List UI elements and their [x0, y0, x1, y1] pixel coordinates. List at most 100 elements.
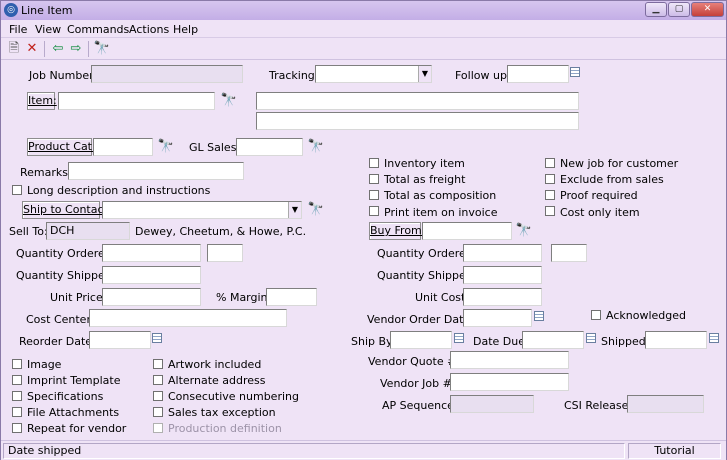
proof-required-label: Proof required: [560, 189, 638, 202]
binoculars-icon[interactable]: 🔭: [515, 223, 533, 239]
acknowledged-label: Acknowledged: [606, 309, 686, 322]
unit-cost-field[interactable]: [463, 288, 542, 306]
vendor-quantity-shipped-field[interactable]: [463, 266, 542, 284]
new-job-for-customer-checkbox[interactable]: [545, 158, 555, 168]
vendor-quantity-shipped-label: Quantity Shipped:: [377, 269, 477, 282]
ship-by-field[interactable]: [390, 331, 452, 349]
binoculars-icon[interactable]: 🔭: [220, 93, 238, 109]
follow-up-field[interactable]: [507, 65, 569, 83]
calendar-icon[interactable]: [454, 333, 464, 343]
repeat-for-vendor-checkbox[interactable]: [12, 423, 22, 433]
item-button[interactable]: Item:: [27, 92, 57, 110]
menu-help[interactable]: Help: [173, 23, 198, 36]
total-as-composition-label: Total as composition: [384, 189, 497, 202]
buy-from-field[interactable]: [422, 222, 512, 240]
proof-required-checkbox[interactable]: [545, 190, 555, 200]
date-due-field[interactable]: [522, 331, 584, 349]
binoculars-icon[interactable]: 🔭: [157, 139, 175, 155]
imprint-template-checkbox[interactable]: [12, 375, 22, 385]
date-due-label: Date Due:: [473, 335, 529, 348]
vendor-quantity-ordered-label: Quantity Ordered:: [377, 247, 477, 260]
calendar-icon[interactable]: [586, 333, 596, 343]
alternate-address-checkbox[interactable]: [153, 375, 163, 385]
arrow-right-icon[interactable]: ⇨: [67, 40, 85, 58]
tracking-select[interactable]: ▼: [315, 65, 432, 83]
menu-view[interactable]: View: [35, 23, 61, 36]
remarks-label: Remarks:: [20, 166, 72, 179]
minimize-button[interactable]: ▁: [645, 2, 667, 17]
exclude-from-sales-checkbox[interactable]: [545, 174, 555, 184]
image-label: Image: [27, 358, 62, 371]
quantity-shipped-field[interactable]: [102, 266, 201, 284]
total-as-freight-checkbox[interactable]: [369, 174, 379, 184]
consecutive-numbering-checkbox[interactable]: [153, 391, 163, 401]
menu-file[interactable]: File: [9, 23, 27, 36]
specifications-checkbox[interactable]: [12, 391, 22, 401]
long-description-checkbox[interactable]: [12, 185, 22, 195]
ship-to-contact-button[interactable]: Ship to Contact:: [22, 201, 112, 219]
menu-commands[interactable]: Commands: [67, 23, 129, 36]
tracking-label: Tracking:: [269, 69, 319, 82]
file-attachments-checkbox[interactable]: [12, 407, 22, 417]
reorder-date-field[interactable]: [89, 331, 151, 349]
calendar-icon[interactable]: [709, 333, 719, 343]
close-button[interactable]: ✕: [691, 2, 724, 17]
long-description-label: Long description and instructions: [27, 184, 211, 197]
artwork-included-checkbox[interactable]: [153, 359, 163, 369]
calendar-icon[interactable]: [570, 67, 580, 77]
item-description-line-2[interactable]: [256, 112, 579, 130]
ap-sequence-field: [450, 395, 534, 413]
vendor-quantity-ordered-field[interactable]: [463, 244, 542, 262]
vendor-quantity-ordered-unit-field[interactable]: [551, 244, 587, 262]
print-item-on-invoice-checkbox[interactable]: [369, 206, 379, 216]
menu-actions[interactable]: Actions: [129, 23, 169, 36]
find-binoculars-icon[interactable]: 🔭: [93, 40, 111, 58]
gl-sales-field[interactable]: [236, 138, 303, 156]
cost-only-item-checkbox[interactable]: [545, 206, 555, 216]
calendar-icon[interactable]: [152, 333, 162, 343]
buy-from-button[interactable]: Buy From:: [369, 222, 425, 240]
imprint-template-label: Imprint Template: [27, 374, 121, 387]
quantity-shipped-label: Quantity Shipped:: [16, 269, 116, 282]
product-cat-field[interactable]: [93, 138, 153, 156]
maximize-button[interactable]: ▢: [668, 2, 690, 17]
new-document-icon[interactable]: 🗎: [5, 40, 23, 58]
chevron-down-icon[interactable]: ▼: [418, 66, 431, 82]
item-description-line-1[interactable]: [256, 92, 579, 110]
consecutive-numbering-label: Consecutive numbering: [168, 390, 299, 403]
product-cat-button[interactable]: Product Cat.:: [27, 138, 99, 156]
vendor-job-field[interactable]: [450, 373, 569, 391]
ship-to-contact-select[interactable]: ▼: [102, 201, 302, 219]
arrow-left-icon[interactable]: ⇦: [49, 40, 67, 58]
vendor-quote-field[interactable]: [450, 351, 569, 369]
binoculars-icon[interactable]: 🔭: [307, 139, 325, 155]
margin-field[interactable]: [266, 288, 317, 306]
repeat-for-vendor-label: Repeat for vendor: [27, 422, 127, 435]
vendor-order-date-field[interactable]: [463, 309, 532, 327]
remarks-field[interactable]: [68, 162, 244, 180]
calendar-icon[interactable]: [534, 311, 544, 321]
delete-x-icon[interactable]: ✕: [23, 40, 41, 58]
window-title: Line Item: [21, 4, 73, 17]
item-field[interactable]: [58, 92, 215, 110]
unit-price-field[interactable]: [102, 288, 201, 306]
quantity-ordered-unit-field[interactable]: [207, 244, 243, 262]
total-as-composition-checkbox[interactable]: [369, 190, 379, 200]
inventory-item-checkbox[interactable]: [369, 158, 379, 168]
shipped-field[interactable]: [645, 331, 707, 349]
image-checkbox[interactable]: [12, 359, 22, 369]
sales-tax-exception-checkbox[interactable]: [153, 407, 163, 417]
quantity-ordered-field[interactable]: [102, 244, 201, 262]
ship-by-label: Ship By:: [351, 335, 396, 348]
binoculars-icon[interactable]: 🔭: [307, 202, 325, 218]
line-item-window: ◎ Line Item ▁ ▢ ✕ File View Commands Act…: [0, 0, 727, 460]
cost-center-field[interactable]: [89, 309, 287, 327]
chevron-down-icon[interactable]: ▼: [288, 202, 301, 218]
cost-only-item-label: Cost only item: [560, 206, 640, 219]
status-text: Date shipped: [3, 443, 625, 459]
csi-release-field: [627, 395, 704, 413]
acknowledged-checkbox[interactable]: [591, 310, 601, 320]
print-item-on-invoice-label: Print item on invoice: [384, 206, 498, 219]
exclude-from-sales-label: Exclude from sales: [560, 173, 664, 186]
vendor-order-date-label: Vendor Order Date:: [367, 313, 474, 326]
